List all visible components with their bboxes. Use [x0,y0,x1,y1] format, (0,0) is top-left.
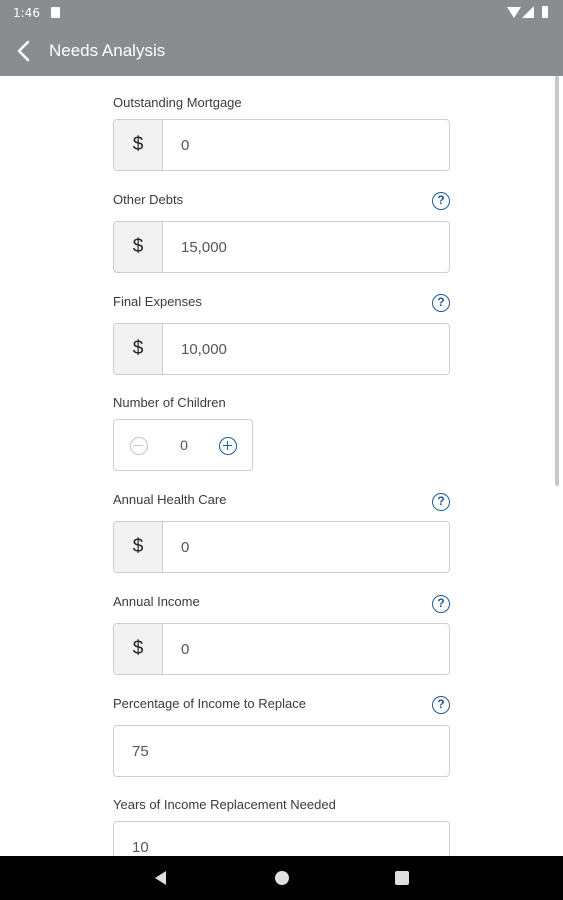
annual-health-care-label: Annual Health Care [113,492,227,507]
nav-back-icon[interactable] [155,871,166,885]
system-nav-bar [0,856,563,900]
decrement-icon[interactable] [130,437,148,455]
number-of-children-label: Number of Children [113,395,226,410]
outstanding-mortgage-label: Outstanding Mortgage [113,95,242,110]
annual-income-field: $ [113,623,450,675]
dollar-prefix: $ [114,324,163,374]
dollar-prefix: $ [114,522,163,572]
annual-health-care-help-icon[interactable]: ? [432,493,450,511]
other-debts-input[interactable] [163,222,449,272]
wifi-icon [507,7,521,18]
children-stepper: 0 [113,419,253,471]
final-expenses-field: $ [113,323,450,375]
increment-icon[interactable] [219,437,237,455]
form-scroll-area[interactable]: Outstanding Mortgage $ Other Debts ? $ F… [0,76,563,856]
years-replacement-field [113,821,450,856]
dollar-prefix: $ [114,624,163,674]
signal-icon [522,6,534,18]
status-bar: 1:46 [0,0,563,26]
nav-home-icon[interactable] [275,871,289,885]
final-expenses-help-icon[interactable]: ? [432,294,450,312]
children-count: 0 [180,437,188,453]
sim-card-icon [51,7,60,18]
annual-income-help-icon[interactable]: ? [432,595,450,613]
scrollbar-thumb[interactable] [555,76,559,486]
annual-income-input[interactable] [163,624,449,674]
percentage-income-label: Percentage of Income to Replace [113,696,306,711]
years-replacement-input[interactable] [114,822,449,856]
outstanding-mortgage-input[interactable] [163,120,449,170]
dollar-prefix: $ [114,120,163,170]
back-chevron-icon[interactable] [14,39,36,63]
outstanding-mortgage-field: $ [113,119,450,171]
percentage-income-input[interactable] [114,726,449,776]
years-replacement-label: Years of Income Replacement Needed [113,797,336,812]
nav-recents-icon[interactable] [395,871,409,885]
final-expenses-input[interactable] [163,324,449,374]
other-debts-label: Other Debts [113,192,184,207]
battery-icon [542,6,548,18]
final-expenses-label: Final Expenses [113,294,202,309]
app-bar: Needs Analysis [0,26,563,76]
status-time: 1:46 [13,6,40,20]
page-title: Needs Analysis [49,41,166,60]
other-debts-field: $ [113,221,450,273]
annual-health-care-input[interactable] [163,522,449,572]
percentage-income-field [113,725,450,777]
annual-income-label: Annual Income [113,594,200,609]
percentage-income-help-icon[interactable]: ? [432,696,450,714]
other-debts-help-icon[interactable]: ? [432,192,450,210]
dollar-prefix: $ [114,222,163,272]
annual-health-care-field: $ [113,521,450,573]
